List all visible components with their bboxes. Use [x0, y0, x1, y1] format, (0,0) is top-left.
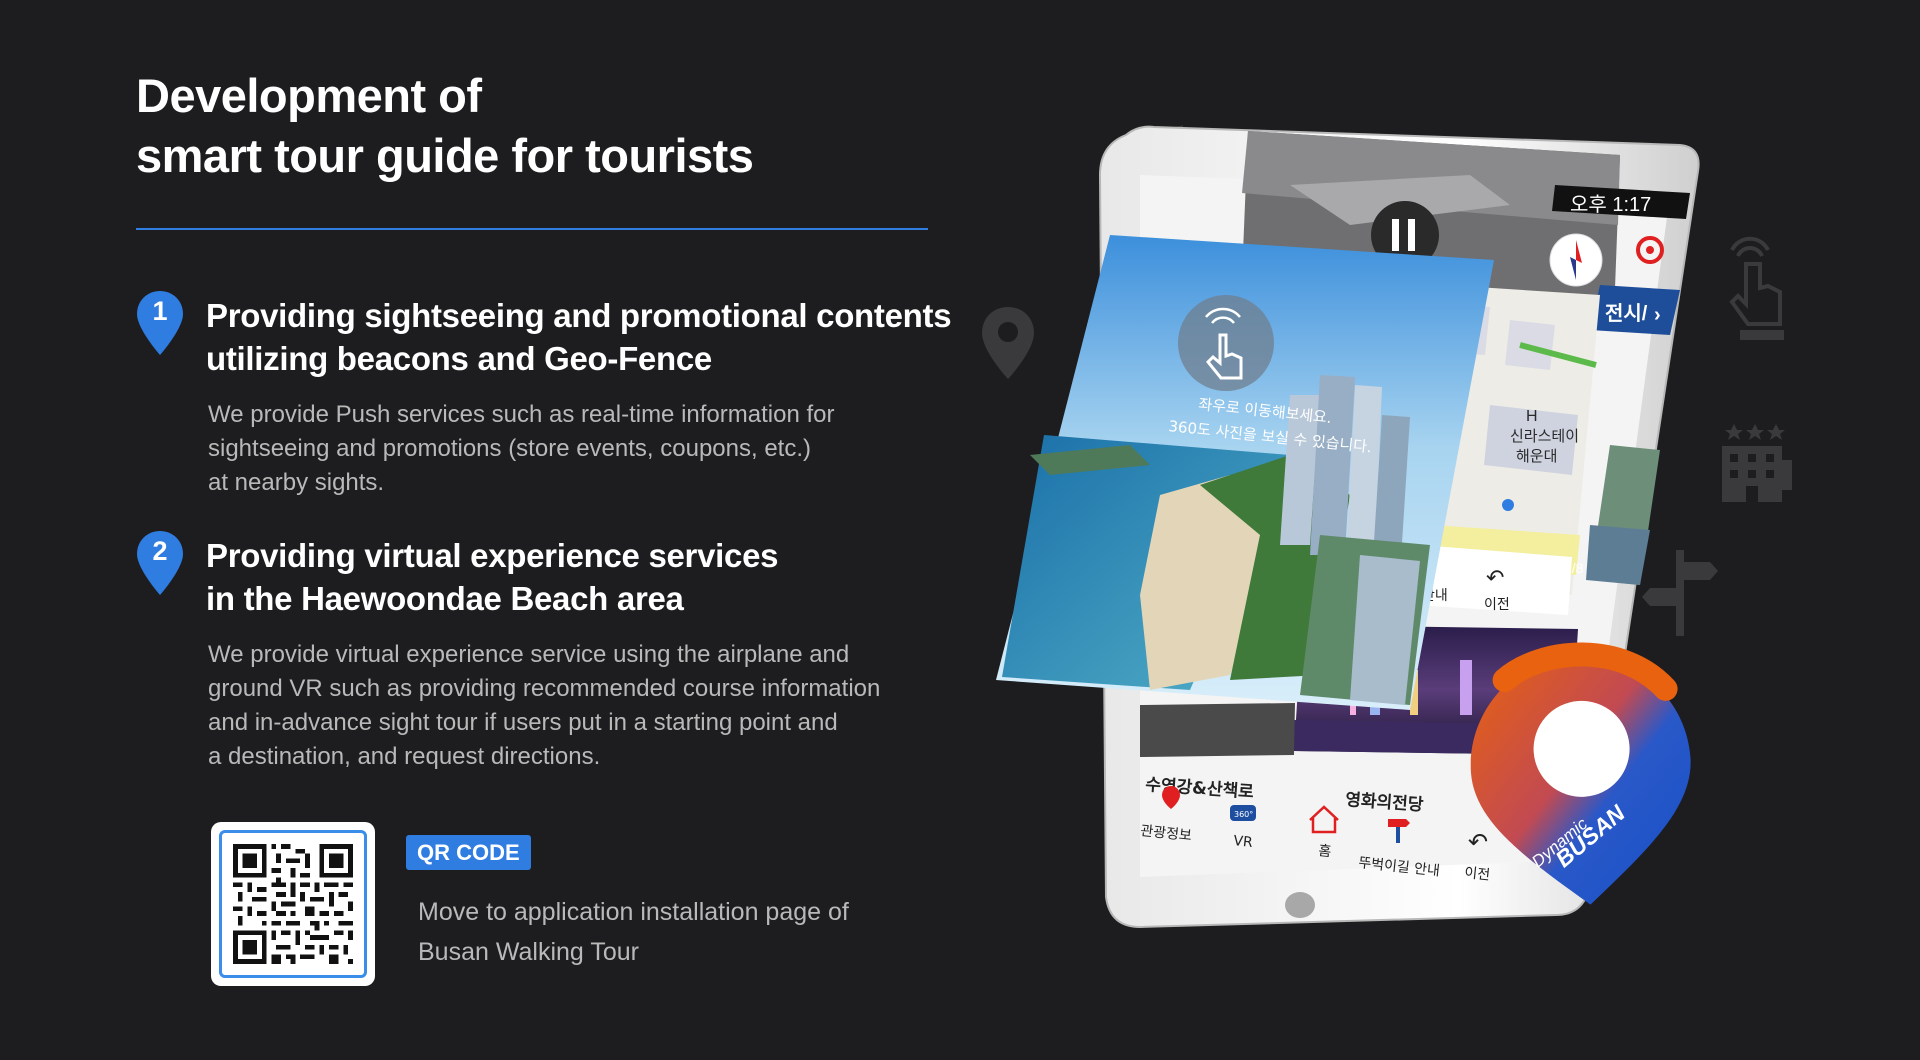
section-description-line: a destination, and request directions.	[208, 743, 601, 770]
section-description-line: and in-advance sight tour if users put i…	[208, 709, 838, 736]
overlay-nav-label[interactable]: 이전	[1484, 597, 1510, 613]
title-line-1: Development of	[136, 69, 482, 122]
qr-code[interactable]	[211, 822, 375, 986]
section-heading: Providing virtual experience services in…	[206, 534, 778, 620]
vr-badge: 360°	[1234, 810, 1253, 819]
number-pin-icon: 1	[136, 290, 184, 356]
app-mockup: 오후 1:17 전시/ › H 신라스테이 해운대 안내 ↶ 이전 1/8 수영…	[990, 115, 1870, 995]
qr-description-line: Move to application installation page of	[418, 898, 849, 926]
qr-code-badge: QR CODE	[406, 835, 531, 870]
section-description: We provide virtual experience service us…	[208, 638, 880, 774]
exhibition-banner[interactable]: 전시/ ›	[1590, 285, 1680, 335]
compass-icon[interactable]	[1549, 233, 1603, 287]
home-button[interactable]	[1285, 892, 1315, 918]
map-label: 해운대	[1516, 447, 1557, 465]
section-heading-line: Providing virtual experience services	[206, 537, 779, 574]
nav-label: 홈	[1318, 843, 1333, 860]
section-heading-line: in the Haewoondae Beach area	[206, 580, 684, 617]
status-time: 오후 1:17	[1570, 193, 1651, 216]
back-arrow-icon: ↶	[1468, 828, 1488, 856]
qr-description-line: Busan Walking Tour	[418, 938, 639, 966]
section-description-line: ground VR such as providing recommended …	[208, 675, 881, 702]
map-label: 신라스테이	[1510, 427, 1579, 445]
vr-beach-photo[interactable]: 좌우로 이동해보세요. 360도 사진을 보실 수 있습니다.	[996, 235, 1494, 710]
qr-description: Move to application installation page of…	[418, 892, 849, 972]
nav-label: VR	[1233, 833, 1254, 851]
title-line-2: smart tour guide for tourists	[136, 129, 754, 182]
banner-label: 전시/	[1605, 302, 1648, 325]
number-pin-icon: 2	[136, 530, 184, 596]
page-title: Development of smart tour guide for tour…	[136, 66, 754, 186]
section-number: 2	[152, 536, 168, 566]
nav-item-back[interactable]: ↶ 이전	[1464, 828, 1491, 884]
title-divider	[136, 228, 928, 230]
photo-page-indicator: 1/8	[1564, 560, 1584, 576]
section-heading-line: Providing sightseeing and promotional co…	[206, 297, 952, 334]
qr-frame	[219, 830, 367, 978]
section-number: 1	[152, 296, 168, 326]
qr-code-pattern	[233, 844, 353, 964]
map-marker-h: H	[1526, 408, 1538, 425]
section-description-line: We provide Push services such as real-ti…	[208, 401, 835, 428]
section-description-line: at nearby sights.	[208, 469, 385, 496]
section-heading: Providing sightseeing and promotional co…	[206, 294, 952, 380]
back-arrow-icon[interactable]: ↶	[1486, 566, 1504, 591]
pause-icon[interactable]	[1392, 219, 1399, 251]
nav-label: 이전	[1464, 865, 1491, 884]
chevron-right-icon: ›	[1654, 304, 1661, 326]
section-description-line: sightseeing and promotions (store events…	[208, 435, 811, 462]
section-heading-line: utilizing beacons and Geo-Fence	[206, 340, 712, 377]
section-description-line: We provide virtual experience service us…	[208, 641, 850, 668]
section-description: We provide Push services such as real-ti…	[208, 398, 834, 500]
